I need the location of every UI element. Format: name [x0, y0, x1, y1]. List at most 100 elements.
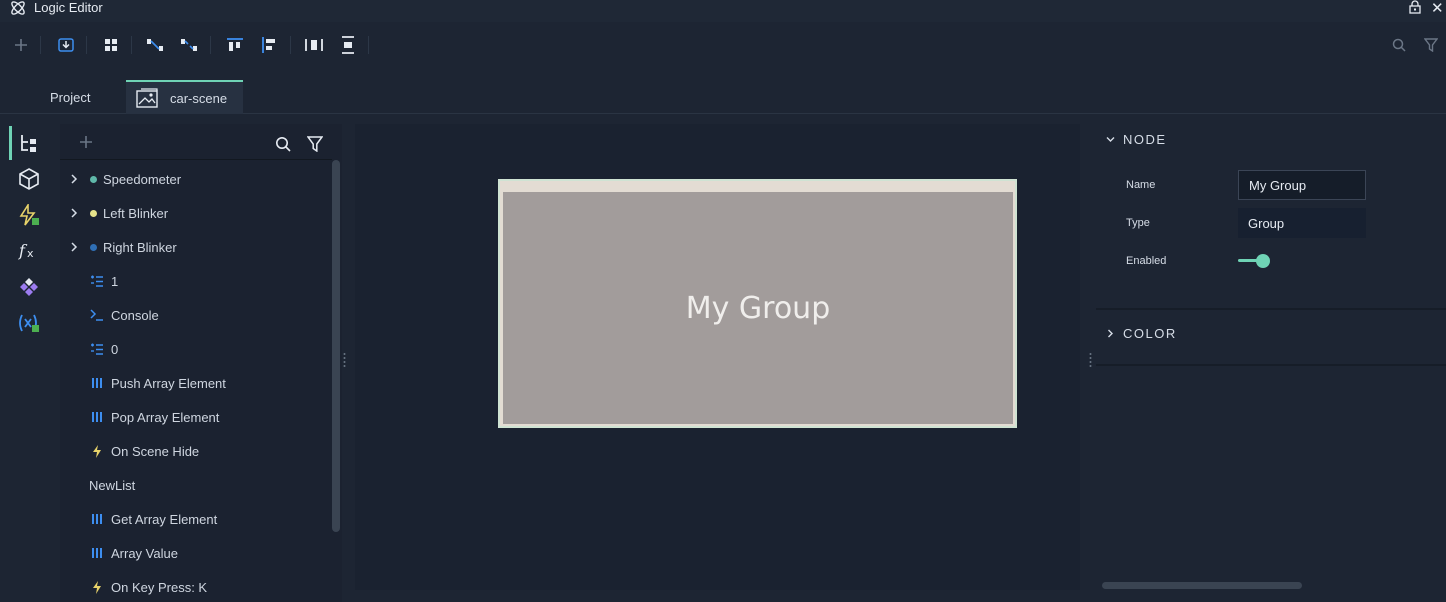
tree-item[interactable]: Right Blinker: [60, 230, 332, 264]
enabled-label: Enabled: [1126, 255, 1167, 267]
tree-item[interactable]: On Key Press: K: [60, 570, 332, 602]
disconnect-button[interactable]: [180, 36, 198, 54]
tree-item-label: Right Blinker: [103, 239, 177, 255]
color-section-header[interactable]: COLOR: [1092, 318, 1446, 348]
toolbar-divider: [290, 36, 291, 54]
tree-item-label: Array Value: [111, 545, 178, 561]
rail-active-indicator: [9, 126, 12, 160]
tree-item-label: Get Array Element: [111, 511, 218, 527]
window-title: Logic Editor: [34, 0, 103, 15]
type-value: Group: [1238, 208, 1366, 238]
import-button[interactable]: [57, 36, 75, 54]
logic-tree-panel: Speedometer Left Blinker Right Blinker 1 Con…: [60, 124, 342, 602]
connect-icon: [147, 39, 163, 51]
tree-item-label: On Key Press: K: [111, 579, 208, 595]
tree-item[interactable]: Pop Array Element: [60, 400, 332, 434]
tree-item-label: Push Array Element: [111, 375, 226, 391]
enabled-toggle[interactable]: [1238, 254, 1270, 268]
tab-car-scene[interactable]: car-scene: [126, 80, 243, 114]
align-left-button[interactable]: [260, 36, 278, 54]
import-icon: [58, 38, 74, 52]
tree-item[interactable]: Get Array Element: [60, 502, 332, 536]
variable-icon: [19, 314, 39, 332]
tab-label: car-scene: [170, 90, 228, 106]
tree-item-label: Speedometer: [103, 171, 182, 187]
filter-icon[interactable]: [307, 136, 323, 152]
chevron-right-icon[interactable]: [68, 173, 80, 185]
tree-item[interactable]: 1: [60, 264, 332, 298]
diamond-icon: [20, 278, 38, 296]
tree-item[interactable]: 0: [60, 332, 332, 366]
toolbar-divider: [368, 36, 369, 54]
name-field[interactable]: My Group: [1238, 170, 1366, 200]
tree-item[interactable]: NewList: [60, 468, 332, 502]
group-node-title: My Group: [685, 290, 831, 326]
grid-button[interactable]: [102, 36, 120, 54]
group-node-body[interactable]: My Group: [503, 192, 1013, 424]
disconnect-icon: [181, 39, 197, 51]
connect-button[interactable]: [146, 36, 164, 54]
toolbar: [0, 22, 1446, 70]
tree-item[interactable]: Console: [60, 298, 332, 332]
tree-item-label: 0: [111, 341, 119, 357]
svg-text:x: x: [27, 247, 34, 260]
rail-variables-button[interactable]: [16, 310, 42, 336]
lightning-icon: [90, 580, 104, 594]
filter-button[interactable]: [1422, 36, 1440, 54]
lightning-icon: [90, 444, 104, 458]
distribute-horizontal-button[interactable]: [305, 36, 323, 54]
document-tabs: Project car-scene: [0, 70, 1446, 114]
search-button[interactable]: [1390, 36, 1408, 54]
tree-scrollbar[interactable]: [332, 160, 340, 532]
grid-icon: [105, 39, 117, 51]
distribute-vertical-icon: [342, 36, 354, 54]
close-icon[interactable]: ✕: [1431, 0, 1444, 17]
tab-project[interactable]: Project: [50, 80, 90, 114]
splitter-handle[interactable]: [343, 352, 346, 368]
array-icon: [90, 376, 104, 390]
tree-item-label: 1: [111, 273, 119, 289]
node-section-header[interactable]: NODE: [1092, 124, 1446, 154]
tree-item[interactable]: On Scene Hide: [60, 434, 332, 468]
align-left-icon: [262, 37, 275, 53]
add-node-button[interactable]: [12, 36, 30, 54]
name-label: Name: [1126, 179, 1156, 191]
section-divider: [1096, 308, 1446, 310]
toolbar-divider: [131, 36, 132, 54]
rail-functions-button[interactable]: fx: [16, 238, 42, 264]
toolbar-divider: [210, 36, 211, 54]
array-icon: [90, 512, 104, 526]
rail-tree-button[interactable]: [16, 130, 42, 156]
search-icon[interactable]: [275, 136, 291, 152]
cube-icon: [19, 168, 39, 190]
array-icon: [90, 546, 104, 560]
chevron-right-icon[interactable]: [68, 241, 80, 253]
node-color-dot: [90, 175, 97, 183]
array-icon: [90, 410, 104, 424]
rail-components-button[interactable]: [16, 274, 42, 300]
search-icon: [1392, 38, 1406, 52]
inspector-scrollbar[interactable]: [1102, 582, 1302, 589]
rail-events-button[interactable]: [16, 202, 42, 228]
distribute-vertical-button[interactable]: [339, 36, 357, 54]
tree-item-label: On Scene Hide: [111, 443, 200, 459]
lock-icon[interactable]: [1408, 0, 1422, 14]
plus-icon[interactable]: [79, 135, 93, 149]
tree-item[interactable]: Push Array Element: [60, 366, 332, 400]
type-label: Type: [1126, 217, 1150, 229]
tree-item[interactable]: Left Blinker: [60, 196, 332, 230]
distribute-horizontal-icon: [305, 39, 323, 51]
group-node[interactable]: My Group: [498, 179, 1017, 428]
left-rail: [0, 124, 52, 602]
align-top-button[interactable]: [226, 36, 244, 54]
rail-objects-button[interactable]: [16, 166, 42, 192]
tree-item[interactable]: Array Value: [60, 536, 332, 570]
properties-panel: NODE Name My Group Type Group Enabled CO…: [1092, 124, 1446, 602]
tree-item-label: Console: [111, 307, 159, 323]
tree-item-label: NewList: [89, 477, 136, 493]
toolbar-divider: [40, 36, 41, 54]
tab-label: Project: [50, 89, 91, 105]
scene-icon: [136, 88, 158, 108]
tree-item[interactable]: Speedometer: [60, 162, 332, 196]
chevron-right-icon[interactable]: [68, 207, 80, 219]
